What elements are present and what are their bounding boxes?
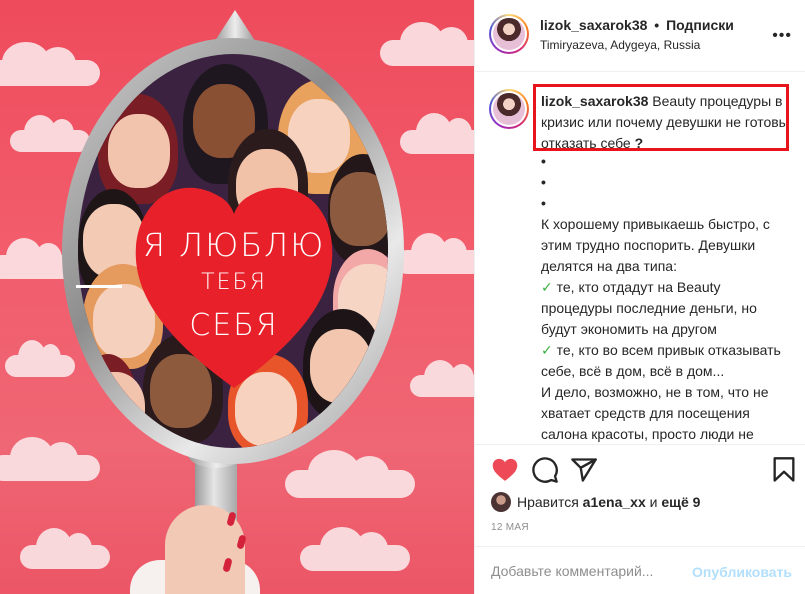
- cloud-decoration: [0, 436, 100, 481]
- cloud-decoration: [395, 233, 474, 274]
- checkmark-icon: ✓: [541, 342, 553, 358]
- check-item-text: те, кто во всем привык отказывать себе, …: [541, 342, 781, 379]
- caption-paragraph: И дело, возможно, не в том, что не хвата…: [541, 384, 769, 442]
- comment-input[interactable]: [491, 563, 681, 579]
- likes-others-link[interactable]: ещё 9: [661, 494, 700, 510]
- face: [330, 172, 388, 246]
- highlight-box: [533, 84, 789, 151]
- comment-bar: Опубликовать: [475, 546, 805, 594]
- cloud-decoration: [410, 359, 474, 397]
- heart-filled-icon[interactable]: [491, 456, 519, 484]
- send-icon[interactable]: [570, 456, 598, 484]
- avatar-image: [493, 18, 525, 50]
- heart-text-line1: Я ЛЮБЛЮ: [142, 226, 326, 264]
- bookmark-icon[interactable]: [770, 456, 798, 484]
- caption-check-item: ✓ те, кто отдадут на Beauty процедуры по…: [541, 277, 791, 340]
- likes-prefix: Нравится: [517, 494, 579, 510]
- caption-paragraph: К хорошему привыкаешь быстро, с этим тру…: [541, 216, 770, 274]
- checkmark-icon: ✓: [541, 279, 553, 295]
- comment-icon[interactable]: [531, 456, 559, 484]
- check-item-text: те, кто отдадут на Beauty процедуры посл…: [541, 279, 757, 337]
- more-horizontal-icon[interactable]: •••: [772, 27, 792, 45]
- post-image[interactable]: Я ЛЮБЛЮ ТЕБЯ СЕБЯ: [0, 0, 474, 594]
- cloud-decoration: [285, 450, 415, 498]
- follow-status-button[interactable]: Подписки: [666, 17, 734, 33]
- strikethrough-line: [76, 285, 122, 288]
- heart-illustration: Я ЛЮБЛЮ ТЕБЯ СЕБЯ: [132, 168, 336, 392]
- post-header: lizok_saxarok38 • Подписки Timiryazeva, …: [475, 0, 805, 72]
- cloud-decoration: [400, 113, 474, 154]
- caption-body: • • • К хорошему привыкаешь быстро, с эт…: [541, 151, 791, 444]
- liker-avatar[interactable]: [491, 492, 511, 512]
- action-bar: [475, 446, 805, 492]
- cloud-decoration: [0, 41, 100, 86]
- heart-text-line3: СЕБЯ: [189, 308, 279, 343]
- bullet-point: •: [541, 174, 546, 190]
- bullet-point: •: [541, 153, 546, 169]
- caption-avatar[interactable]: [489, 89, 529, 129]
- likes-row: Нравится a1ena_xx и ещё 9: [491, 492, 700, 512]
- heart-text-line2: ТЕБЯ: [201, 270, 267, 295]
- bullet-point: •: [541, 195, 546, 211]
- post-panel: lizok_saxarok38 • Подписки Timiryazeva, …: [474, 0, 805, 594]
- likes-and: и: [649, 494, 658, 510]
- cloud-decoration: [300, 526, 410, 571]
- username-link[interactable]: lizok_saxarok38: [540, 17, 647, 33]
- avatar[interactable]: [489, 14, 529, 54]
- cloud-decoration: [20, 528, 110, 569]
- publish-button[interactable]: Опубликовать: [692, 564, 792, 580]
- cloud-decoration: [380, 21, 474, 66]
- header-username-row: lizok_saxarok38 • Подписки: [540, 17, 734, 33]
- cloud-decoration: [10, 114, 90, 152]
- liker-username-link[interactable]: a1ena_xx: [583, 494, 646, 510]
- cloud-decoration: [5, 339, 75, 377]
- post-date[interactable]: 12 МАЯ: [491, 522, 529, 533]
- caption-area: lizok_saxarok38 Beauty процедуры в кризи…: [475, 73, 805, 445]
- avatar-image: [493, 93, 525, 125]
- separator-dot: •: [654, 17, 660, 33]
- location-link[interactable]: Timiryazeva, Adygeya, Russia: [540, 38, 700, 52]
- caption-check-item: ✓ те, кто во всем привык отказывать себе…: [541, 340, 791, 382]
